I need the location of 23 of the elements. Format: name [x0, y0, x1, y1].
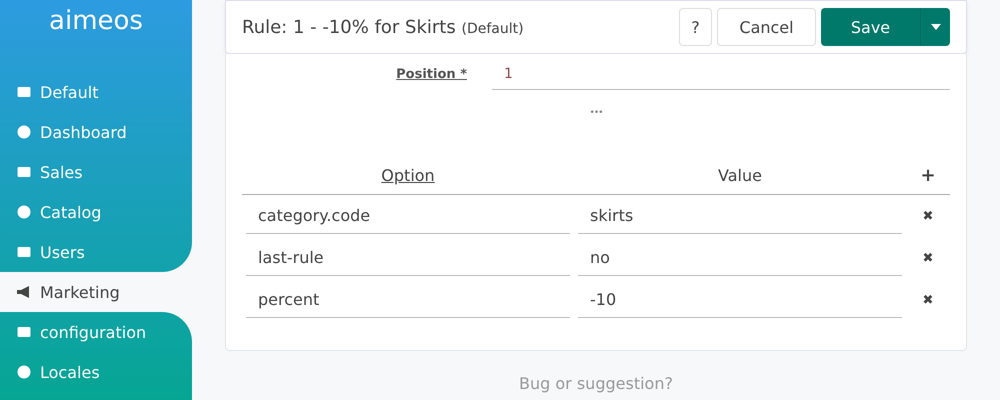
input-field[interactable]: percent: [246, 282, 570, 318]
column-header[interactable]: Option: [246, 166, 570, 184]
dropdown-button[interactable]: [920, 8, 950, 46]
help-button[interactable]: ?: [679, 8, 712, 46]
more-button[interactable]: •••: [242, 108, 950, 156]
input-field[interactable]: -10: [578, 282, 902, 318]
caret-icon: [930, 24, 940, 30]
input-field[interactable]: 1: [492, 58, 950, 90]
remove-button[interactable]: ✖: [906, 250, 950, 266]
input-field[interactable]: category.code: [246, 198, 570, 234]
input-field[interactable]: skirts: [578, 198, 902, 234]
input-field[interactable]: last-rule: [246, 240, 570, 276]
remove-button[interactable]: ✖: [906, 208, 950, 224]
page-title: Rule: 1 - -10% for Skirts (Default): [242, 16, 525, 38]
input-field[interactable]: no: [578, 240, 902, 276]
save-button[interactable]: Save: [821, 8, 920, 46]
megaphone-icon: [16, 284, 32, 300]
logo: aimeos: [49, 6, 143, 36]
cancel-button[interactable]: Cancel: [717, 8, 816, 46]
remove-button[interactable]: ✖: [906, 292, 950, 308]
field-label: Position *: [395, 66, 467, 82]
column-header: Value: [717, 166, 763, 184]
add-button[interactable]: +: [906, 164, 950, 186]
